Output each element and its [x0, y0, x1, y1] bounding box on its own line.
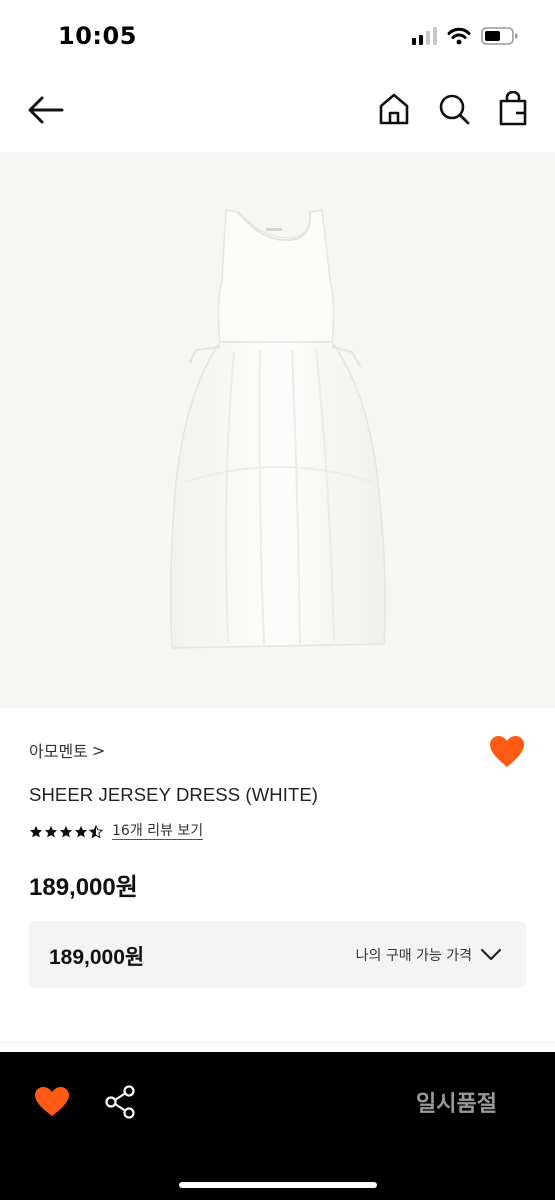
share-icon[interactable]	[103, 1084, 137, 1120]
product-title: SHEER JERSEY DRESS (WHITE)	[29, 784, 319, 805]
nav-bar	[0, 75, 555, 150]
my-price-box[interactable]: 189,000원 나의 구매 가능 가격	[29, 921, 526, 988]
shopping-bag-icon[interactable]	[497, 91, 531, 127]
back-arrow-icon[interactable]	[26, 93, 66, 127]
product-image[interactable]	[0, 152, 555, 708]
dress-illustration	[169, 209, 386, 649]
wifi-icon	[447, 27, 471, 45]
half-star-icon	[89, 824, 103, 838]
star-rating	[29, 824, 103, 839]
bottom-action-bar: 일시품절	[0, 1052, 555, 1200]
like-heart-icon[interactable]	[34, 1086, 70, 1118]
cellular-signal-icon	[412, 27, 437, 45]
review-link[interactable]: 16개 리뷰 보기	[112, 823, 204, 840]
chevron-right-icon: >	[91, 740, 106, 760]
status-icons	[412, 26, 519, 46]
brand-link[interactable]: 아모멘토 >	[29, 738, 105, 762]
wishlist-heart-icon[interactable]	[489, 735, 525, 769]
star-icon	[44, 825, 58, 837]
brand-name: 아모멘토	[29, 742, 88, 761]
star-icon	[59, 825, 73, 837]
divider	[0, 1042, 555, 1043]
battery-icon	[481, 27, 518, 45]
my-price-label: 나의 구매 가능 가격	[355, 948, 472, 964]
home-icon[interactable]	[377, 91, 411, 127]
status-time: 10:05	[58, 22, 137, 50]
status-bar: 10:05	[0, 0, 555, 75]
home-indicator	[179, 1182, 377, 1188]
star-icon	[29, 825, 43, 837]
star-icon	[74, 825, 88, 837]
product-price: 189,000원	[29, 874, 138, 901]
my-price-value: 189,000원	[49, 946, 145, 969]
chevron-down-icon	[480, 948, 502, 961]
soldout-button[interactable]: 일시품절	[416, 1086, 497, 1118]
search-icon[interactable]	[437, 91, 471, 127]
rating-row: 16개 리뷰 보기	[29, 823, 204, 840]
